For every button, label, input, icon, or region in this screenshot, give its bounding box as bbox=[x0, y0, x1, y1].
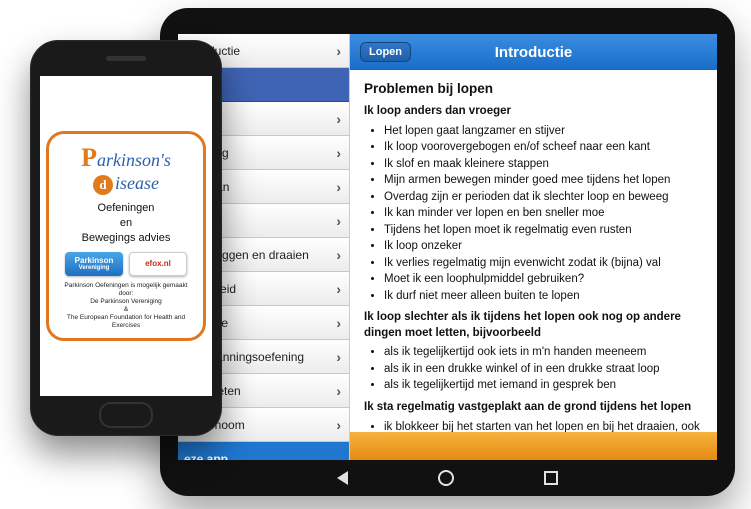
logo-initial-p: P bbox=[81, 143, 97, 172]
main-content[interactable]: Problemen bij lopen Ik loop anders dan v… bbox=[350, 70, 717, 432]
bottom-action-bar[interactable] bbox=[350, 432, 717, 460]
heading-slechter: Ik loop slechter als ik tijdens het lope… bbox=[364, 310, 703, 341]
partner-label: Parkinson bbox=[75, 257, 114, 265]
tablet-screen: Introductie › ingen Lopen › Houding › Op… bbox=[178, 34, 717, 460]
heading-ik-loop: Ik loop anders dan vroeger bbox=[364, 104, 703, 120]
list-item: Ik loop voorovergebogen en/of scheef naa… bbox=[384, 140, 703, 156]
logo-word-top: arkinson's bbox=[97, 150, 171, 170]
heading-problems: Problemen bij lopen bbox=[364, 80, 703, 98]
chevron-right-icon: › bbox=[336, 349, 341, 365]
list-item: Overdag zijn er perioden dat ik slechter… bbox=[384, 190, 703, 206]
nav-home-icon[interactable] bbox=[438, 470, 454, 486]
logo-initial-d-badge: d bbox=[93, 175, 113, 195]
chevron-right-icon: › bbox=[336, 383, 341, 399]
phone-screen: Parkinson's disease Oefeningen en Bewegi… bbox=[40, 76, 212, 396]
phone-device-frame: Parkinson's disease Oefeningen en Bewegi… bbox=[30, 40, 222, 436]
splash-card: Parkinson's disease Oefeningen en Bewegi… bbox=[46, 131, 206, 342]
list-item: Ik verlies regelmatig mijn evenwicht zod… bbox=[384, 256, 703, 272]
list-item: ik blokkeer bij het starten van het lope… bbox=[384, 420, 703, 433]
footnote-line: & bbox=[57, 306, 195, 314]
footnote-line: Parkinson Oefeningen is mogelijk gemaakt… bbox=[57, 282, 195, 298]
app-subtitle: Oefeningen en Bewegings advies bbox=[82, 201, 171, 246]
list-item: Mijn armen bewegen minder goed mee tijde… bbox=[384, 173, 703, 189]
partner-parkinson-vereniging: Parkinson Vereniging bbox=[65, 252, 123, 276]
list-item: Tijdens het lopen moet ik regelmatig eve… bbox=[384, 223, 703, 239]
app-logo: Parkinson's disease bbox=[81, 144, 171, 196]
tablet-device-frame: Introductie › ingen Lopen › Houding › Op… bbox=[160, 8, 735, 496]
list-item: Ik slof en maak kleinere stappen bbox=[384, 157, 703, 173]
sidebar-item-label: eze app bbox=[184, 452, 228, 461]
list-item: als ik tegelijkertijd ook iets in m'n ha… bbox=[384, 345, 703, 361]
chevron-right-icon: › bbox=[336, 417, 341, 433]
list-item: Het lopen gaat langzamer en stijver bbox=[384, 124, 703, 140]
chevron-right-icon: › bbox=[336, 111, 341, 127]
footnote-line: De Parkinson Vereniging bbox=[57, 298, 195, 306]
list-item: Ik loop onzeker bbox=[384, 239, 703, 255]
chevron-right-icon: › bbox=[336, 315, 341, 331]
list-item: Ik kan minder ver lopen en ben sneller m… bbox=[384, 206, 703, 222]
splash-footnote: Parkinson Oefeningen is mogelijk gemaakt… bbox=[57, 282, 195, 331]
partner-sublabel: Vereniging bbox=[75, 265, 114, 271]
partner-logos: Parkinson Vereniging efox.nl bbox=[65, 252, 187, 276]
back-button[interactable]: Lopen bbox=[360, 42, 411, 62]
main-header-bar: Lopen Introductie bbox=[350, 34, 717, 70]
subtitle-line: Bewegings advies bbox=[82, 231, 171, 246]
heading-vastgeplakt: Ik sta regelmatig vastgeplakt aan de gro… bbox=[364, 400, 703, 416]
android-nav-bar bbox=[178, 464, 717, 492]
list-item: Ik durf niet meer alleen buiten te lopen bbox=[384, 289, 703, 305]
list-item: Moet ik een loophulpmiddel gebruiken? bbox=[384, 272, 703, 288]
symptom-list-a: Het lopen gaat langzamer en stijver Ik l… bbox=[364, 124, 703, 305]
subtitle-line: en bbox=[82, 216, 171, 231]
list-item: als ik tegelijkertijd met iemand in gesp… bbox=[384, 378, 703, 394]
chevron-right-icon: › bbox=[336, 213, 341, 229]
main-pane: Lopen Introductie Problemen bij lopen Ik… bbox=[350, 34, 717, 460]
symptom-list-b: als ik tegelijkertijd ook iets in m'n ha… bbox=[364, 345, 703, 394]
chevron-right-icon: › bbox=[336, 43, 341, 59]
subtitle-line: Oefeningen bbox=[82, 201, 171, 216]
chevron-right-icon: › bbox=[336, 179, 341, 195]
nav-back-icon[interactable] bbox=[337, 471, 348, 485]
logo-word-bottom: isease bbox=[115, 173, 159, 193]
partner-efox: efox.nl bbox=[129, 252, 187, 276]
chevron-right-icon: › bbox=[336, 145, 341, 161]
list-item: als ik in een drukke winkel of in een dr… bbox=[384, 362, 703, 378]
footnote-line: The European Foundation for Health and E… bbox=[57, 314, 195, 330]
sidebar-footer-link[interactable]: eze app bbox=[178, 442, 349, 460]
nav-recent-icon[interactable] bbox=[544, 471, 558, 485]
chevron-right-icon: › bbox=[336, 247, 341, 263]
chevron-right-icon: › bbox=[336, 281, 341, 297]
symptom-list-c: ik blokkeer bij het starten van het lope… bbox=[364, 420, 703, 433]
